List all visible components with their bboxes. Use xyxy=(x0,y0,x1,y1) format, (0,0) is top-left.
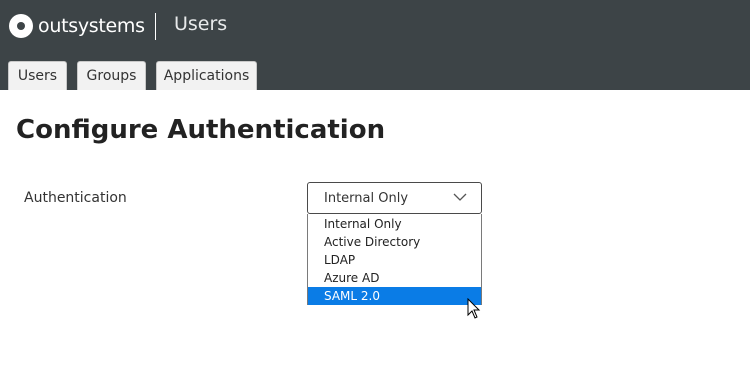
chevron-down-icon xyxy=(453,190,467,208)
tab-applications[interactable]: Applications xyxy=(156,61,257,90)
option-ldap[interactable]: LDAP xyxy=(308,251,481,269)
select-value: Internal Only xyxy=(324,191,409,206)
option-active-directory[interactable]: Active Directory xyxy=(308,233,481,251)
header-divider xyxy=(155,13,156,40)
authentication-label: Authentication xyxy=(24,190,127,206)
option-azure-ad[interactable]: Azure AD xyxy=(308,269,481,287)
app-title: Users xyxy=(174,13,228,35)
authentication-select[interactable]: Internal Only xyxy=(307,182,482,214)
option-saml-2[interactable]: SAML 2.0 xyxy=(308,287,481,305)
outsystems-logo-icon xyxy=(9,14,33,38)
tab-groups[interactable]: Groups xyxy=(77,61,146,90)
outsystems-logo[interactable]: outsystems xyxy=(9,14,145,38)
mouse-pointer-icon xyxy=(467,297,481,324)
page-title: Configure Authentication xyxy=(16,115,386,145)
authentication-dropdown-list: Internal Only Active Directory LDAP Azur… xyxy=(307,214,482,305)
option-internal-only[interactable]: Internal Only xyxy=(308,215,481,233)
brand-name: outsystems xyxy=(38,15,145,37)
tab-users[interactable]: Users xyxy=(8,61,67,90)
top-bar: outsystems Users Users Groups Applicatio… xyxy=(0,0,750,90)
